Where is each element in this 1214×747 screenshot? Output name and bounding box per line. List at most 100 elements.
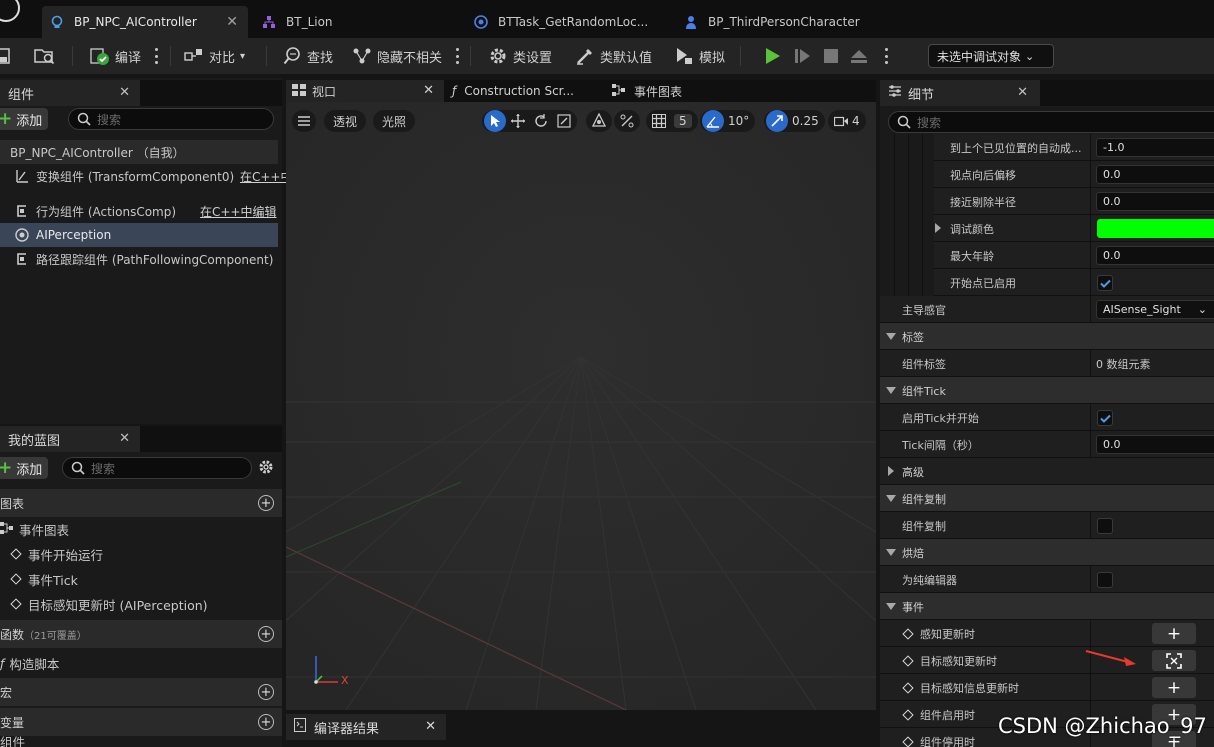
grid-snap-group[interactable]: 5 — [646, 110, 698, 132]
tab-bt-lion[interactable]: BT_Lion — [254, 6, 454, 38]
close-icon[interactable]: ✕ — [226, 14, 238, 30]
details-tab[interactable]: 细节 ✕ — [880, 80, 1040, 106]
rotate-tool-icon[interactable] — [530, 110, 552, 132]
rotation-snap-group[interactable]: 10° — [700, 110, 756, 132]
add-event-button[interactable]: + — [1152, 677, 1196, 698]
viewport-options-button[interactable] — [292, 110, 316, 132]
tick-interval-input[interactable]: 0.0 — [1096, 435, 1214, 454]
section-replication[interactable]: 组件复制 — [880, 485, 1214, 512]
play-icon[interactable] — [764, 47, 782, 68]
list-item-components[interactable]: 组件 — [0, 734, 25, 747]
find-button[interactable]: 查找 — [282, 38, 333, 74]
graphs-section-header[interactable]: 图表 + — [0, 489, 282, 517]
camera-speed-group[interactable]: 4 — [828, 110, 866, 132]
component-icon — [14, 251, 30, 267]
class-defaults-button[interactable]: 类默认值 — [575, 38, 652, 74]
component-root[interactable]: BP_NPC_AIController （自我） — [0, 140, 278, 164]
section-component-tick[interactable]: 组件Tick — [880, 377, 1214, 404]
add-macro-icon[interactable]: + — [258, 684, 274, 700]
gear-icon[interactable] — [258, 459, 274, 478]
play-options-icon[interactable] — [884, 48, 888, 64]
tab-viewport[interactable]: 视口 ✕ — [286, 80, 444, 102]
tab-construction-script[interactable]: ƒ Construction Scr... — [452, 80, 602, 102]
macros-section-header[interactable]: 宏 + — [0, 678, 282, 706]
max-age-input[interactable]: 0.0 — [1096, 246, 1214, 265]
go-to-event-button[interactable] — [1152, 650, 1196, 671]
section-advanced[interactable]: 高级 — [880, 458, 1214, 485]
close-icon[interactable]: ✕ — [119, 431, 130, 446]
add-variable-icon[interactable]: + — [258, 714, 274, 730]
edit-in-cpp-link[interactable]: 在C++中 — [240, 168, 293, 185]
simulate-button[interactable]: 模拟 — [674, 38, 725, 74]
edit-in-cpp-link[interactable]: 在C++中编辑 — [200, 203, 277, 220]
diff-button[interactable]: 对比 ▾ — [184, 38, 245, 74]
tab-bp-thirdpersoncharacter[interactable]: BP_ThirdPersonCharacter — [676, 6, 896, 38]
compiler-results-tab[interactable]: 编译器结果 ✕ — [286, 714, 446, 740]
stop-icon[interactable] — [822, 47, 840, 68]
viewport[interactable]: 透视 光照 5 10° 0.25 4 X — [286, 102, 876, 710]
list-item-event-graph[interactable]: 事件图表 — [0, 517, 69, 541]
start-with-tick-checkbox[interactable] — [1097, 410, 1113, 426]
my-blueprint-search-input[interactable]: 搜索 — [62, 457, 252, 479]
list-item-event[interactable]: 事件开始运行 — [10, 542, 103, 566]
scale-tool-icon[interactable] — [553, 110, 575, 132]
class-settings-button[interactable]: 类设置 — [488, 38, 552, 74]
close-icon[interactable]: ✕ — [119, 85, 130, 100]
close-icon[interactable]: ✕ — [423, 83, 434, 98]
list-item-construction-script[interactable]: ƒ 构造脚本 — [0, 651, 59, 675]
close-icon[interactable]: ✕ — [425, 719, 436, 734]
list-item-event[interactable]: 目标感知更新时 (AIPerception) — [10, 592, 208, 616]
select-tool-icon[interactable] — [484, 110, 506, 132]
section-tags[interactable]: 标签 — [880, 323, 1214, 350]
components-search-input[interactable]: 搜索 — [68, 108, 274, 130]
editor-only-checkbox[interactable] — [1097, 572, 1113, 588]
close-icon[interactable]: ✕ — [1017, 85, 1028, 100]
start-enabled-checkbox[interactable] — [1097, 275, 1113, 291]
section-cooking[interactable]: 烘焙 — [880, 539, 1214, 566]
add-event-button[interactable]: + — [1152, 623, 1196, 644]
tab-event-graph[interactable]: 事件图表 — [612, 80, 762, 102]
debug-object-select[interactable]: 未选中调试对象 ⌄ — [928, 44, 1054, 68]
compile-button[interactable]: 编译 — [90, 38, 141, 74]
surface-snap-button[interactable] — [614, 110, 640, 132]
expand-arrow-icon[interactable] — [935, 223, 941, 233]
my-blueprint-tab[interactable]: 我的蓝图 ✕ — [0, 426, 140, 452]
variables-section-header[interactable]: 变量 + — [0, 708, 282, 736]
component-aiperception[interactable]: AIPerception — [0, 223, 278, 247]
near-clipping-radius-input[interactable]: 0.0 — [1096, 192, 1214, 211]
world-space-button[interactable] — [586, 110, 612, 132]
perspective-button[interactable]: 透视 — [324, 110, 366, 132]
translate-tool-icon[interactable] — [507, 110, 529, 132]
compile-options-icon[interactable] — [154, 48, 158, 64]
browse-icon[interactable] — [34, 38, 56, 74]
step-icon[interactable] — [794, 47, 812, 68]
hide-unrelated-button[interactable]: 隐藏不相关 — [352, 38, 442, 74]
point-of-view-backward-offset-input[interactable]: 0.0 — [1096, 165, 1214, 184]
add-member-button[interactable]: + 添加 — [0, 457, 49, 479]
details-search-input[interactable]: 搜索 — [888, 111, 1214, 133]
components-tab[interactable]: 组件 ✕ — [0, 80, 140, 106]
dominant-sense-select[interactable]: AISense_Sight ⌄ — [1096, 300, 1214, 319]
add-function-icon[interactable]: + — [258, 626, 274, 642]
property-label: 接近剔除半径 — [950, 195, 1016, 209]
section-events[interactable]: 事件 — [880, 593, 1214, 620]
tab-bttask-getrandomloc[interactable]: BTTask_GetRandomLoc... — [466, 6, 666, 38]
component-pathfollowing[interactable]: 路径跟踪组件 (PathFollowingComponent) — [0, 247, 278, 271]
add-component-button[interactable]: + 添加 — [0, 108, 49, 130]
lighting-button[interactable]: 光照 — [373, 110, 415, 132]
component-actionscomp[interactable]: 行为组件 (ActionsComp) 在C++中编辑 — [0, 199, 278, 223]
add-graph-icon[interactable]: + — [258, 495, 274, 511]
tab-bp-npc-aicontroller[interactable]: BP_NPC_AIController ✕ — [42, 6, 248, 38]
component-transform[interactable]: 变换组件 (TransformComponent0) 在C++中 — [0, 164, 293, 188]
hide-options-icon[interactable] — [455, 48, 459, 64]
debug-color-swatch[interactable] — [1097, 219, 1214, 238]
functions-section-header[interactable]: 函数 （21可覆盖） + — [0, 620, 282, 648]
unreal-logo-icon[interactable] — [0, 0, 20, 22]
autosuccess-range-input[interactable]: -1.0 — [1096, 138, 1214, 157]
component-replicates-checkbox[interactable] — [1097, 518, 1113, 534]
property-label: 启用Tick并开始 — [902, 411, 979, 425]
scale-snap-group[interactable]: 0.25 — [764, 110, 825, 132]
list-item-event[interactable]: 事件Tick — [10, 567, 78, 591]
eject-icon[interactable] — [850, 47, 868, 68]
save-icon[interactable] — [0, 38, 10, 74]
